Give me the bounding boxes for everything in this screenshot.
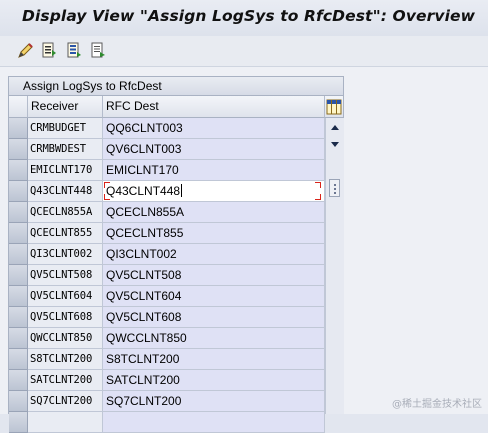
row-selector[interactable] <box>9 328 28 349</box>
column-header-receiver[interactable]: Receiver <box>28 96 103 118</box>
receiver-cell: CRMBWDEST <box>28 139 103 160</box>
receiver-cell: QCECLNT855 <box>28 223 103 244</box>
table-row: SATCLNT200 SATCLNT200 <box>9 370 325 391</box>
row-selector[interactable] <box>9 202 28 223</box>
change-display-icon[interactable] <box>18 42 34 58</box>
rfc-dest-cell[interactable]: Q43CLNT448 <box>103 181 325 202</box>
focus-corner <box>104 194 110 200</box>
column-header-rfc-dest[interactable]: RFC Dest <box>103 96 325 118</box>
receiver-cell: Q43CLNT448 <box>28 181 103 202</box>
table-row: CRMBWDEST QV6CLNT003 <box>9 139 325 160</box>
table-row: QCECLNT855 QCECLNT855 <box>9 223 325 244</box>
page-title: Display View "Assign LogSys to RfcDest":… <box>22 7 476 25</box>
row-selector[interactable] <box>9 118 28 139</box>
table-control: Receiver RFC Dest CRMBUDGET QQ6CLNT003 CRM… <box>8 96 344 433</box>
receiver-cell: QV5CLNT508 <box>28 265 103 286</box>
row-selector[interactable] <box>9 391 28 412</box>
print-icon[interactable] <box>90 42 106 58</box>
row-selector[interactable] <box>9 139 28 160</box>
rfc-dest-cell[interactable]: QV5CLNT604 <box>103 286 325 307</box>
row-selector[interactable] <box>9 265 28 286</box>
row-selector[interactable] <box>9 244 28 265</box>
select-all-icon[interactable] <box>66 42 82 58</box>
text-cursor <box>181 184 183 197</box>
title-bar: Display View "Assign LogSys to RfcDest":… <box>0 0 488 37</box>
row-selector[interactable] <box>9 286 28 307</box>
rfc-dest-cell[interactable]: QWCCLNT850 <box>103 328 325 349</box>
row-selector[interactable] <box>9 412 28 433</box>
row-selector[interactable] <box>9 349 28 370</box>
table-row <box>9 412 325 433</box>
table-caption: Assign LogSys to RfcDest <box>8 76 344 96</box>
receiver-cell <box>28 412 103 433</box>
table-row: S8TCLNT200 S8TCLNT200 <box>9 349 325 370</box>
table-rows: CRMBUDGET QQ6CLNT003 CRMBWDEST QV6CLNT003 EM… <box>9 118 325 433</box>
table-row: QV5CLNT608 QV5CLNT608 <box>9 307 325 328</box>
table-row: QI3CLNT002 QI3CLNT002 <box>9 244 325 265</box>
rfc-dest-cell[interactable]: QCECLN855A <box>103 202 325 223</box>
table-row: QV5CLNT604 QV5CLNT604 <box>9 286 325 307</box>
focus-corner <box>104 182 110 188</box>
focus-corner <box>315 194 321 200</box>
rfc-dest-cell[interactable]: QV6CLNT003 <box>103 139 325 160</box>
receiver-cell: SATCLNT200 <box>28 370 103 391</box>
rfc-dest-cell[interactable]: QV5CLNT508 <box>103 265 325 286</box>
table-row: QCECLN855A QCECLN855A <box>9 202 325 223</box>
row-selector[interactable] <box>9 160 28 181</box>
rfc-dest-cell[interactable]: QCECLNT855 <box>103 223 325 244</box>
table-row: SQ7CLNT200 SQ7CLNT200 <box>9 391 325 412</box>
table-row: QV5CLNT508 QV5CLNT508 <box>9 265 325 286</box>
table-row: QWCCLNT850 QWCCLNT850 <box>9 328 325 349</box>
rfc-dest-cell[interactable]: QI3CLNT002 <box>103 244 325 265</box>
rfc-dest-cell[interactable]: QV5CLNT608 <box>103 307 325 328</box>
scroll-up-icon[interactable] <box>328 121 342 135</box>
receiver-cell: SQ7CLNT200 <box>28 391 103 412</box>
vertical-scrollbar[interactable] <box>325 118 344 414</box>
table-row: Q43CLNT448 Q43CLNT448 <box>9 181 325 202</box>
table-settings-icon <box>326 99 342 115</box>
rfc-dest-cell[interactable]: QQ6CLNT003 <box>103 118 325 139</box>
receiver-cell: CRMBUDGET <box>28 118 103 139</box>
application-toolbar <box>0 36 488 67</box>
select-all-rows-header[interactable] <box>9 96 28 118</box>
rfc-dest-cell[interactable]: S8TCLNT200 <box>103 349 325 370</box>
scroll-thumb[interactable] <box>329 179 340 197</box>
rfc-dest-cell[interactable] <box>103 412 325 433</box>
receiver-cell: QCECLN855A <box>28 202 103 223</box>
table-row: EMICLNT170 EMICLNT170 <box>9 160 325 181</box>
focus-corner <box>315 182 321 188</box>
receiver-cell: EMICLNT170 <box>28 160 103 181</box>
row-selector[interactable] <box>9 307 28 328</box>
rfc-dest-cell[interactable]: EMICLNT170 <box>103 160 325 181</box>
rfc-dest-cell[interactable]: SQ7CLNT200 <box>103 391 325 412</box>
row-selector[interactable] <box>9 181 28 202</box>
details-icon[interactable] <box>41 42 57 58</box>
receiver-cell: S8TCLNT200 <box>28 349 103 370</box>
row-selector[interactable] <box>9 223 28 244</box>
receiver-cell: QV5CLNT608 <box>28 307 103 328</box>
receiver-cell: QI3CLNT002 <box>28 244 103 265</box>
receiver-cell: QV5CLNT604 <box>28 286 103 307</box>
table-settings-button[interactable] <box>325 96 343 118</box>
table-row: CRMBUDGET QQ6CLNT003 <box>9 118 325 139</box>
watermark: @稀土掘金技术社区 <box>392 399 482 410</box>
row-selector[interactable] <box>9 370 28 391</box>
receiver-cell: QWCCLNT850 <box>28 328 103 349</box>
scroll-down-icon[interactable] <box>328 137 342 151</box>
rfc-dest-cell[interactable]: SATCLNT200 <box>103 370 325 391</box>
